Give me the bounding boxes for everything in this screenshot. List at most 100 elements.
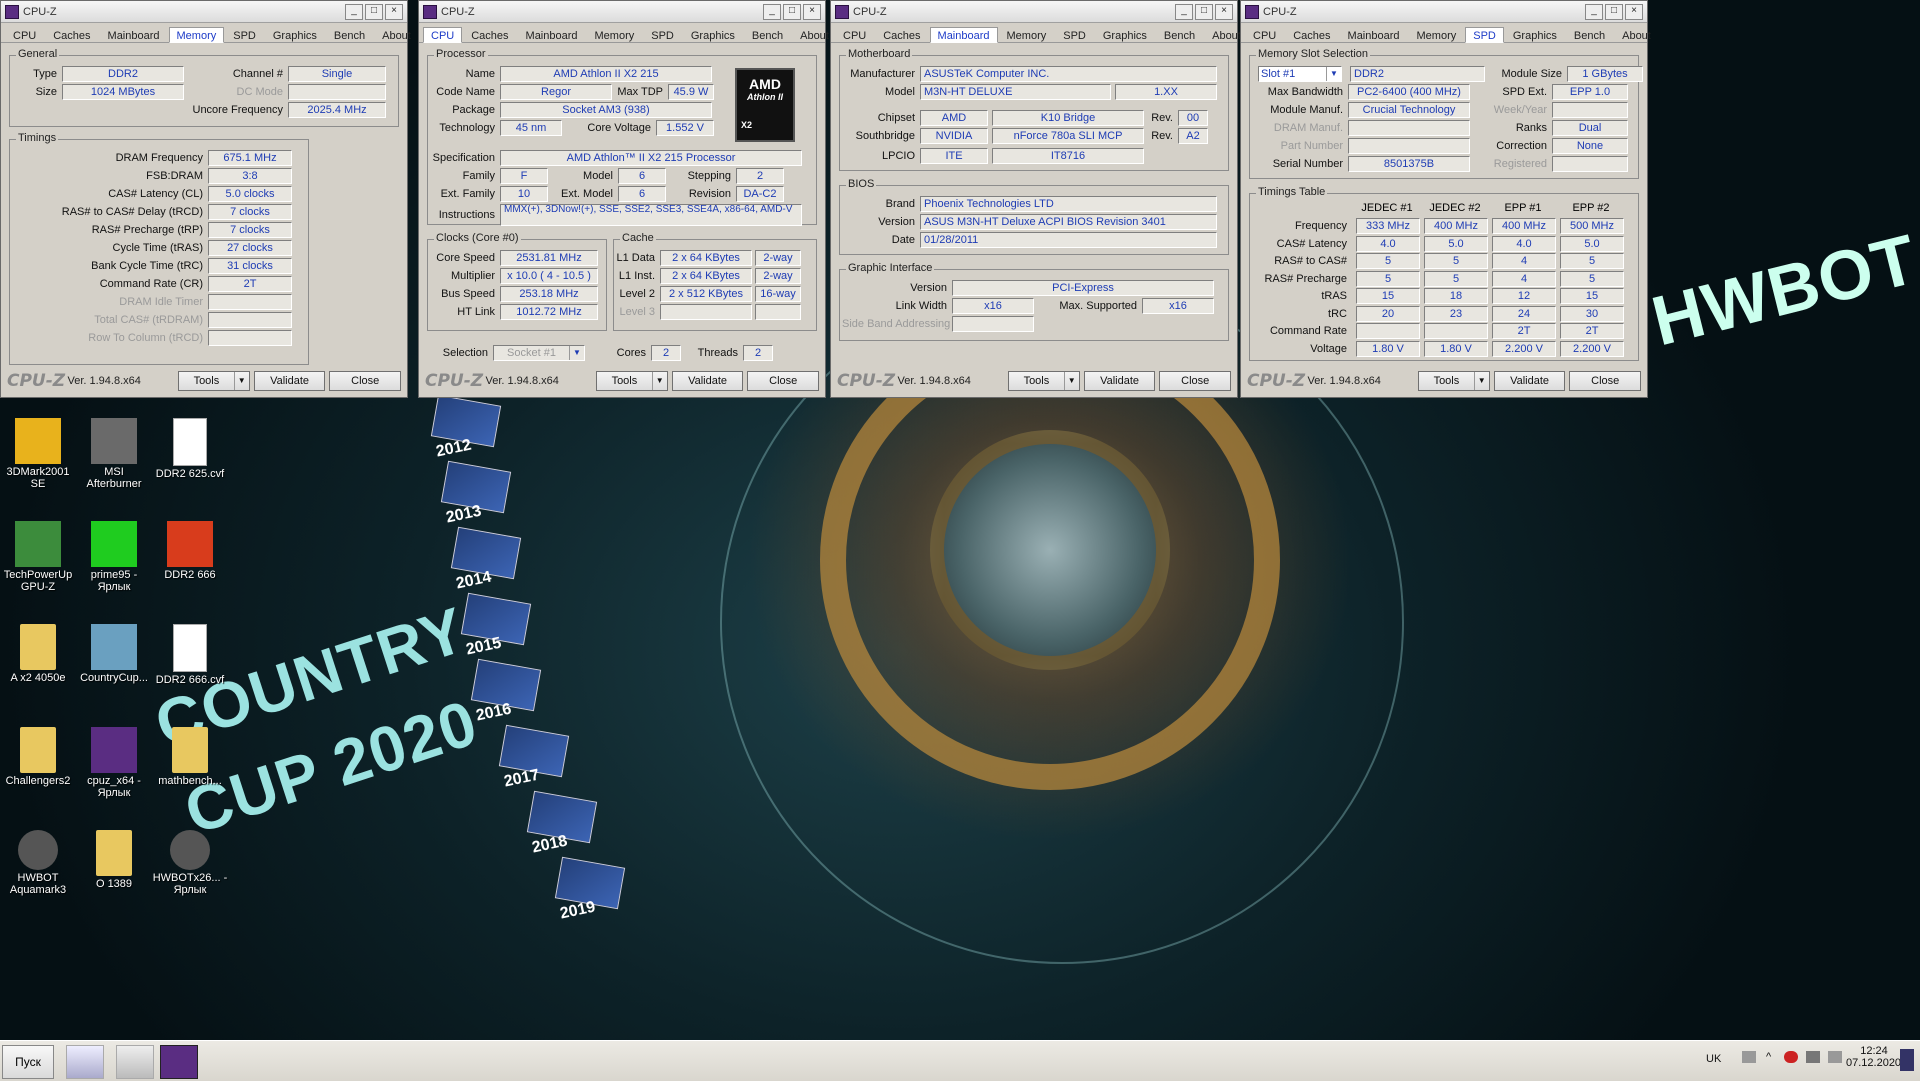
maximize-button[interactable]: □ xyxy=(1195,3,1213,20)
desktop-icon[interactable]: CountryCup... xyxy=(76,624,152,684)
tab-bench[interactable]: Bench xyxy=(326,27,373,42)
validate-button[interactable]: Validate xyxy=(253,371,326,391)
slot-select-value: Slot #1 xyxy=(1261,68,1296,80)
minimize-button[interactable]: _ xyxy=(763,3,781,20)
tab-about[interactable]: About xyxy=(1614,27,1659,42)
tray-expand-icon[interactable]: ^ xyxy=(1766,1051,1771,1063)
tab-cpu[interactable]: CPU xyxy=(423,27,463,43)
tools-button[interactable]: Tools ▼ xyxy=(596,371,668,391)
desktop-icon[interactable]: 3DMark2001 SE xyxy=(0,418,76,490)
minimize-button[interactable]: _ xyxy=(1585,3,1603,20)
close-window-button[interactable]: × xyxy=(385,3,403,20)
tab-caches[interactable]: Caches xyxy=(1285,27,1338,42)
tab-memory[interactable]: Memory xyxy=(168,27,225,43)
socket-select[interactable]: Socket #1 ▼ xyxy=(493,345,585,361)
timings-cell: 2T xyxy=(1560,323,1624,339)
tab-mainboard[interactable]: Mainboard xyxy=(929,27,998,43)
desktop-icon[interactable]: TechPowerUp GPU-Z xyxy=(0,521,76,593)
maximize-button[interactable]: □ xyxy=(1605,3,1623,20)
linkwidth-label: Link Width xyxy=(895,300,947,312)
title-bar[interactable]: CPU-Z _ □ × xyxy=(1241,1,1647,23)
tab-about[interactable]: About xyxy=(374,27,419,42)
tab-caches[interactable]: Caches xyxy=(875,27,928,42)
close-button[interactable]: Close xyxy=(747,371,820,391)
tab-cpu[interactable]: CPU xyxy=(1245,27,1284,42)
close-button[interactable]: Close xyxy=(329,371,402,391)
tab-spd[interactable]: SPD xyxy=(1465,27,1504,43)
desktop-icon[interactable]: mathbench... xyxy=(152,727,228,787)
security-alert-icon[interactable] xyxy=(1784,1051,1798,1063)
tab-memory[interactable]: Memory xyxy=(587,27,643,42)
show-desktop-button[interactable] xyxy=(1900,1049,1914,1071)
tools-button[interactable]: Tools ▼ xyxy=(1008,371,1080,391)
close-button[interactable]: Close xyxy=(1569,371,1642,391)
tab-graphics[interactable]: Graphics xyxy=(265,27,325,42)
desktop-icon[interactable]: Challengers2 xyxy=(0,727,76,787)
desktop-icon[interactable]: prime95 - Ярлык xyxy=(76,521,152,593)
validate-button[interactable]: Validate xyxy=(1083,371,1156,391)
language-indicator[interactable]: UK xyxy=(1706,1053,1721,1065)
lpcio-label: LPCIO xyxy=(881,150,915,162)
network-icon[interactable] xyxy=(1806,1051,1820,1063)
tab-cpu[interactable]: CPU xyxy=(835,27,874,42)
validate-button[interactable]: Validate xyxy=(671,371,744,391)
timings-table-group: Timings Table JEDEC #1 JEDEC #2 EPP #1 EPP … xyxy=(1249,186,1639,361)
modmanuf-label: Module Manuf. xyxy=(1270,104,1343,116)
tab-mainboard[interactable]: Mainboard xyxy=(100,27,168,42)
brand-label: Brand xyxy=(885,198,915,210)
tab-cpu[interactable]: CPU xyxy=(5,27,44,42)
desktop-icon[interactable]: DDR2 666.cvf xyxy=(152,624,228,686)
maximize-button[interactable]: □ xyxy=(365,3,383,20)
tab-spd[interactable]: SPD xyxy=(225,27,264,42)
desktop-icon[interactable]: HWBOT Aquamark3 xyxy=(0,830,76,896)
desktop-icon-label: HWBOTx26... - Ярлык xyxy=(152,872,228,896)
desktop-icon[interactable]: MSI Afterburner xyxy=(76,418,152,490)
volume-icon[interactable] xyxy=(1828,1051,1842,1063)
tab-graphics[interactable]: Graphics xyxy=(1505,27,1565,42)
close-button[interactable]: Close xyxy=(1159,371,1232,391)
tab-graphics[interactable]: Graphics xyxy=(1095,27,1155,42)
tools-button[interactable]: Tools ▼ xyxy=(178,371,250,391)
tab-mainboard[interactable]: Mainboard xyxy=(1340,27,1408,42)
registered-value xyxy=(1552,156,1628,172)
keyboard-icon[interactable] xyxy=(1742,1051,1756,1063)
desktop-icon[interactable]: DDR2 625.cvf xyxy=(152,418,228,480)
slot-select[interactable]: Slot #1 ▼ xyxy=(1258,66,1342,82)
desktop-icon-label: O 1389 xyxy=(95,878,133,890)
tab-caches[interactable]: Caches xyxy=(463,27,516,42)
timing-row: RAS# Precharge (tRP) 7 clocks xyxy=(12,222,292,238)
close-window-button[interactable]: × xyxy=(1625,3,1643,20)
minimize-button[interactable]: _ xyxy=(1175,3,1193,20)
maximize-button[interactable]: □ xyxy=(783,3,801,20)
desktop-icon[interactable]: O 1389 xyxy=(76,830,152,890)
desktop-icon[interactable]: A x2 4050e xyxy=(0,624,76,684)
close-window-button[interactable]: × xyxy=(803,3,821,20)
title-bar[interactable]: CPU-Z _ □ × xyxy=(1,1,407,23)
title-bar[interactable]: CPU-Z _ □ × xyxy=(419,1,825,23)
close-window-button[interactable]: × xyxy=(1215,3,1233,20)
validate-button[interactable]: Validate xyxy=(1493,371,1566,391)
tab-memory[interactable]: Memory xyxy=(999,27,1055,42)
minimize-button[interactable]: _ xyxy=(345,3,363,20)
tab-mainboard[interactable]: Mainboard xyxy=(518,27,586,42)
tab-spd[interactable]: SPD xyxy=(643,27,682,42)
clock[interactable]: 12:24 07.12.2020 xyxy=(1846,1045,1901,1069)
tab-bench[interactable]: Bench xyxy=(1156,27,1203,42)
taskbar-cpuz-icon[interactable] xyxy=(160,1045,198,1079)
quicklaunch-desktop-icon[interactable] xyxy=(116,1045,154,1079)
desktop-icon[interactable]: cpuz_x64 - Ярлык xyxy=(76,727,152,799)
tab-caches[interactable]: Caches xyxy=(45,27,98,42)
tab-memory[interactable]: Memory xyxy=(1409,27,1465,42)
start-button[interactable]: Пуск xyxy=(2,1045,54,1079)
tab-spd[interactable]: SPD xyxy=(1055,27,1094,42)
tools-button[interactable]: Tools ▼ xyxy=(1418,371,1490,391)
title-bar[interactable]: CPU-Z _ □ × xyxy=(831,1,1237,23)
quicklaunch-ie-icon[interactable] xyxy=(66,1045,104,1079)
desktop-icon[interactable]: DDR2 666 xyxy=(152,521,228,581)
tab-bench[interactable]: Bench xyxy=(1566,27,1613,42)
tab-bench[interactable]: Bench xyxy=(744,27,791,42)
package-label: Package xyxy=(452,104,495,116)
tab-graphics[interactable]: Graphics xyxy=(683,27,743,42)
desktop-icon[interactable]: HWBOTx26... - Ярлык xyxy=(152,830,228,896)
footer: CPU-Z Ver. 1.94.8.x64 Tools ▼ Validate Close xyxy=(419,365,825,397)
